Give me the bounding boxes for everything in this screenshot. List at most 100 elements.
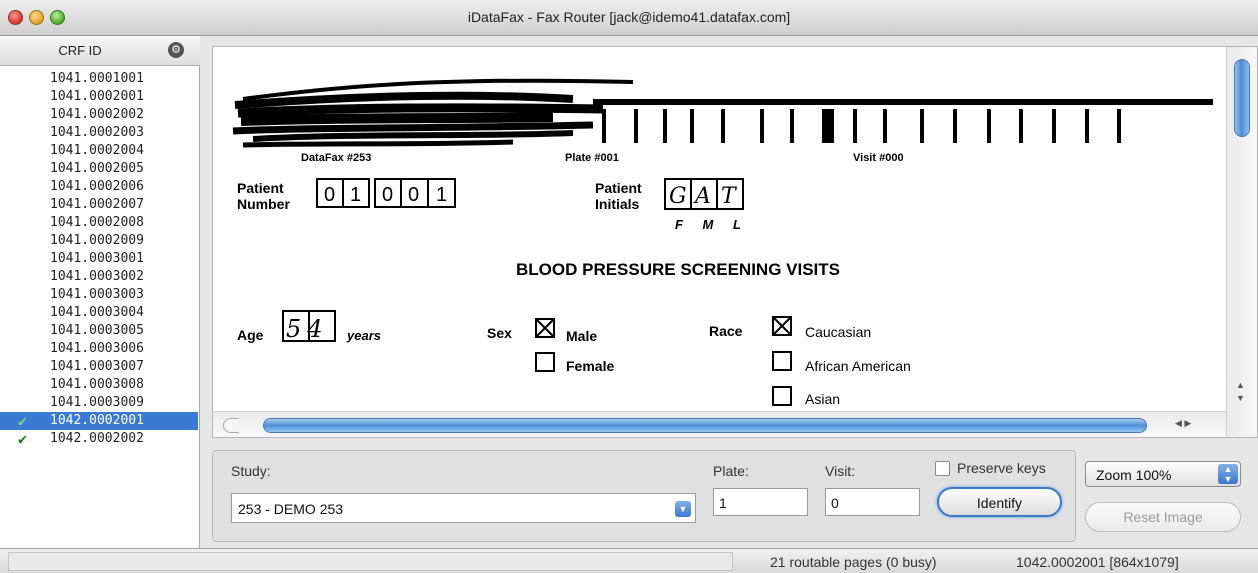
app-window: iDataFax - Fax Router [jack@idemo41.data… <box>0 0 1258 573</box>
race-option-asian: Asian <box>805 391 840 407</box>
crf-list-item[interactable]: 1041.0002006 <box>0 178 198 196</box>
title-bar[interactable]: iDataFax - Fax Router [jack@idemo41.data… <box>0 0 1258 36</box>
crf-id-label: 1041.0002004 <box>50 143 144 158</box>
crf-list-header[interactable]: CRF ID ⚙ <box>0 36 200 66</box>
crf-id-label: 1041.0002008 <box>50 215 144 230</box>
horizontal-scroll-cap <box>223 418 239 433</box>
patient-number-label-line1: Patient <box>237 180 284 196</box>
preserve-keys-label[interactable]: Preserve keys <box>957 460 1046 476</box>
chevron-down-icon[interactable]: ▼ <box>675 501 691 517</box>
crf-id-label: 1041.0003003 <box>50 287 144 302</box>
window-title: iDataFax - Fax Router [jack@idemo41.data… <box>467 9 791 25</box>
crf-id-label: 1042.0002002 <box>50 431 144 446</box>
crf-id-label: 1041.0003004 <box>50 305 144 320</box>
svg-text:1: 1 <box>350 184 361 206</box>
identify-button[interactable]: Identify <box>937 487 1062 517</box>
crf-list-item[interactable]: 1041.0003005 <box>0 322 198 340</box>
crf-list-item[interactable]: 1041.0002002 <box>0 106 198 124</box>
crf-list-item[interactable]: 1041.0002008 <box>0 214 198 232</box>
initials-legend: F M L <box>675 217 749 232</box>
crf-list[interactable]: 1041.0001001 1041.0002001 1041.0002002 1041… <box>0 70 198 448</box>
svg-text:0: 0 <box>324 184 335 206</box>
plate-label: Plate: <box>713 463 749 479</box>
crf-id-label: 1041.0002002 <box>50 107 144 122</box>
horizontal-scrollbar[interactable]: ◀ ▶ <box>213 411 1226 437</box>
crf-list-item[interactable]: 1041.0003007 <box>0 358 198 376</box>
crf-list-item[interactable]: 1041.0002003 <box>0 124 198 142</box>
crf-list-item[interactable]: 1041.0003004 <box>0 304 198 322</box>
crf-list-item[interactable]: 1041.0002007 <box>0 196 198 214</box>
reset-image-button[interactable]: Reset Image <box>1085 502 1241 532</box>
plate-field[interactable]: 1 <box>713 488 808 516</box>
crf-id-label: 1041.0003009 <box>50 395 144 410</box>
crf-list-item[interactable]: ✔ 1042.0002002 <box>0 430 198 448</box>
race-checkboxes <box>772 316 792 406</box>
checkmark-icon: ✔ <box>18 412 28 430</box>
preserve-keys-checkbox[interactable] <box>935 461 950 476</box>
crf-id-label: 1041.0002009 <box>50 233 144 248</box>
crf-id-label: 1041.0002007 <box>50 197 144 212</box>
status-bar: 21 routable pages (0 busy) 1042.0002001 … <box>0 548 1258 573</box>
study-label: Study: <box>231 463 271 479</box>
crf-list-panel: CRF ID ⚙ 1041.0001001 1041.0002001 1041.00… <box>0 36 200 548</box>
crf-id-label: 1041.0003006 <box>50 341 144 356</box>
visit-field-value: 0 <box>831 495 839 511</box>
crf-list-item[interactable]: 1041.0003002 <box>0 268 198 286</box>
crf-list-item[interactable]: 1041.0003006 <box>0 340 198 358</box>
datafax-number-label: DataFax #253 <box>301 152 371 164</box>
crf-list-item[interactable]: 1041.0002009 <box>0 232 198 250</box>
zoom-select[interactable]: Zoom 100% ▲ ▼ <box>1085 461 1241 487</box>
fax-image: DataFax #253 Plate #001 Visit #000 Patie… <box>213 47 1223 411</box>
crf-list-item[interactable]: 1041.0002004 <box>0 142 198 160</box>
race-option-african-american: African American <box>805 358 911 374</box>
svg-text:0: 0 <box>408 184 419 206</box>
barcode-top-line <box>593 99 1213 105</box>
crf-id-column-header[interactable]: CRF ID <box>0 43 160 58</box>
crf-list-item[interactable]: 1041.0003001 <box>0 250 198 268</box>
crf-id-label: 1041.0003001 <box>50 251 144 266</box>
current-page-info: 1042.0002001 [864x1079] <box>1016 554 1179 570</box>
patient-number-label-line2: Number <box>237 196 290 212</box>
crf-id-label: 1041.0001001 <box>50 71 144 86</box>
status-message-area <box>8 552 733 571</box>
crf-id-label: 1041.0002001 <box>50 89 144 104</box>
crf-list-item[interactable]: 1041.0001001 <box>0 70 198 88</box>
vertical-scroll-arrows[interactable]: ▲ ▼ <box>1236 379 1245 405</box>
race-label: Race <box>709 323 743 339</box>
crf-list-item[interactable]: 1041.0002001 <box>0 88 198 106</box>
study-select[interactable]: 253 - DEMO 253 ▼ <box>231 493 696 523</box>
crf-id-label: 1041.0003008 <box>50 377 144 392</box>
crf-list-item[interactable]: 1041.0002005 <box>0 160 198 178</box>
crf-id-label: 1041.0002003 <box>50 125 144 140</box>
crf-id-label: 1041.0002005 <box>50 161 144 176</box>
race-option-caucasian: Caucasian <box>805 324 871 340</box>
crf-list-item[interactable]: 1041.0003009 <box>0 394 198 412</box>
stepper-arrows-icon[interactable]: ▲ ▼ <box>1218 464 1238 484</box>
sex-option-female: Female <box>566 358 614 374</box>
identify-controls-panel: Study: 253 - DEMO 253 ▼ Plate: 1 Visit: … <box>212 450 1076 542</box>
horizontal-scroll-arrows[interactable]: ◀ ▶ <box>1175 418 1191 429</box>
crf-list-item[interactable]: 1041.0003003 <box>0 286 198 304</box>
fax-page-drawing: DataFax #253 Plate #001 Visit #000 Patie… <box>232 78 1213 407</box>
patient-initials-label-line1: Patient <box>595 180 642 196</box>
zoom-select-value: Zoom 100% <box>1096 467 1172 483</box>
vertical-scrollbar[interactable]: ▲ ▼ <box>1226 47 1257 437</box>
patient-initials-handwritten: G A T <box>669 184 738 209</box>
patient-initials-label-line2: Initials <box>595 196 640 212</box>
visit-field[interactable]: 0 <box>825 488 920 516</box>
crf-list-item[interactable]: ✔ 1042.0002001 <box>0 412 198 430</box>
plate-field-value: 1 <box>719 495 727 511</box>
fax-image-viewer[interactable]: DataFax #253 Plate #001 Visit #000 Patie… <box>212 46 1258 438</box>
checkmark-icon: ✔ <box>18 430 28 448</box>
gear-icon[interactable]: ⚙ <box>168 42 184 58</box>
age-label: Age <box>237 327 264 343</box>
crf-id-label: 1042.0002001 <box>50 413 144 428</box>
crf-id-label: 1041.0003002 <box>50 269 144 284</box>
svg-text:0: 0 <box>382 184 393 206</box>
horizontal-scroll-thumb[interactable] <box>263 418 1147 433</box>
sex-label: Sex <box>487 325 512 341</box>
vertical-scroll-thumb[interactable] <box>1234 59 1250 137</box>
svg-text:G: G <box>669 184 687 209</box>
crf-list-item[interactable]: 1041.0003008 <box>0 376 198 394</box>
plate-number-label: Plate #001 <box>565 152 619 164</box>
